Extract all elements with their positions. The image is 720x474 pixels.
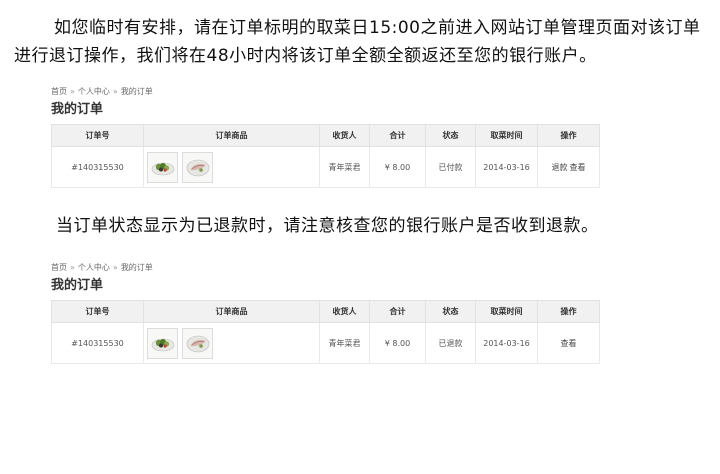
- header-total: 合计: [369, 124, 426, 147]
- breadcrumb: 首页» 个人中心» 我的订单: [51, 262, 599, 274]
- operations-cell: 查看: [537, 322, 600, 364]
- orders-table: 订单号 订单商品 收货人 合计 状态 取菜时间 操作 #140315530 青年…: [51, 124, 600, 188]
- food-thumbnail-image[interactable]: [147, 327, 178, 359]
- table-header-row: 订单号 订单商品 收货人 合计 状态 取菜时间 操作: [51, 300, 600, 323]
- breadcrumb-separator: »: [70, 87, 75, 96]
- table-header-row: 订单号 订单商品 收货人 合计 状态 取菜时间 操作: [51, 124, 600, 147]
- header-recipient: 收货人: [319, 124, 370, 147]
- pickup-time: 2014-03-16: [475, 146, 538, 188]
- breadcrumb-my-orders[interactable]: 我的订单: [121, 87, 153, 96]
- header-pickup-time: 取菜时间: [475, 300, 538, 323]
- header-recipient: 收货人: [319, 300, 370, 323]
- header-order-no: 订单号: [51, 124, 144, 147]
- pickup-time: 2014-03-16: [475, 322, 538, 364]
- breadcrumb-separator: »: [70, 263, 75, 272]
- recipient-name: 青年菜君: [319, 146, 370, 188]
- page-title: 我的订单: [51, 278, 104, 293]
- orders-table: 订单号 订单商品 收货人 合计 状态 取菜时间 操作 #140315530 青年…: [51, 300, 600, 364]
- header-status: 状态: [425, 124, 476, 147]
- breadcrumb-separator: »: [112, 87, 118, 96]
- fish-dish-icon: [186, 159, 209, 177]
- order-total: ¥ 8.00: [369, 146, 426, 188]
- salad-dish-icon: [151, 338, 174, 352]
- breadcrumb-home[interactable]: 首页: [51, 87, 67, 96]
- header-pickup-time: 取菜时间: [475, 124, 538, 147]
- fish-dish-icon: [186, 335, 209, 353]
- order-items-cell: [143, 322, 320, 364]
- breadcrumb: 首页» 个人中心» 我的订单: [51, 86, 599, 98]
- view-link[interactable]: 查看: [561, 339, 577, 348]
- breadcrumb-home[interactable]: 首页: [51, 263, 67, 272]
- refund-link[interactable]: 退款: [552, 163, 568, 172]
- table-row: #140315530: [51, 322, 600, 364]
- header-order-items: 订单商品: [143, 124, 320, 147]
- instruction-paragraph-1: 如您临时有安排，请在订单标明的取菜日15:00之前进入网站订单管理页面对该订单进…: [14, 18, 701, 66]
- table-row: #140315530: [51, 146, 600, 188]
- header-operations: 操作: [537, 124, 600, 147]
- order-items-cell: [143, 146, 320, 188]
- order-number: #140315530: [51, 322, 144, 364]
- order-screenshot-paid: 首页» 个人中心» 我的订单 我的订单 订单号 订单商品 收货人 合计 状态 取菜时…: [51, 86, 600, 188]
- breadcrumb-separator: »: [112, 263, 118, 272]
- page-title: 我的订单: [51, 102, 104, 117]
- breadcrumb-my-orders[interactable]: 我的订单: [121, 263, 153, 272]
- food-thumbnail-image[interactable]: [182, 327, 213, 359]
- header-status: 状态: [425, 300, 476, 323]
- header-order-items: 订单商品: [143, 300, 320, 323]
- breadcrumb-user-center[interactable]: 个人中心: [78, 87, 110, 96]
- salad-dish-icon: [151, 162, 174, 176]
- order-total: ¥ 8.00: [369, 322, 426, 364]
- header-order-no: 订单号: [51, 300, 144, 323]
- header-operations: 操作: [537, 300, 600, 323]
- status-badge: 已退款: [425, 322, 476, 364]
- instruction-paragraph-2: 当订单状态显示为已退款时，请注意核查您的银行账户是否收到退款。: [56, 216, 599, 236]
- recipient-name: 青年菜君: [319, 322, 370, 364]
- breadcrumb-user-center[interactable]: 个人中心: [78, 263, 110, 272]
- operations-cell: 退款 查看: [537, 146, 600, 188]
- order-number: #140315530: [51, 146, 144, 188]
- food-thumbnail-image[interactable]: [182, 151, 213, 183]
- order-screenshot-refunded: 首页» 个人中心» 我的订单 我的订单 订单号 订单商品 收货人 合计 状态 取菜时…: [51, 262, 600, 364]
- header-total: 合计: [369, 300, 426, 323]
- food-thumbnail-image[interactable]: [147, 151, 178, 183]
- status-badge: 已付款: [425, 146, 476, 188]
- view-link[interactable]: 查看: [570, 163, 586, 172]
